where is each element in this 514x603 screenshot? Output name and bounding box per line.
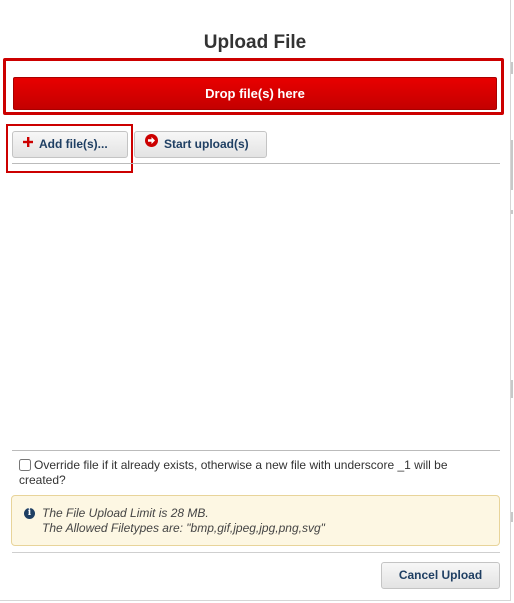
override-checkbox[interactable] bbox=[19, 459, 31, 471]
background-fragment bbox=[511, 380, 513, 398]
info-circle-icon: i bbox=[24, 508, 35, 519]
override-label: Override file if it already exists, othe… bbox=[19, 458, 448, 487]
allowed-filetypes-text: The Allowed Filetypes are: "bmp,gif,jpeg… bbox=[42, 521, 325, 535]
arrow-circle-right-icon bbox=[145, 131, 158, 156]
footer-divider bbox=[12, 552, 500, 553]
drop-files-bar[interactable]: Drop file(s) here bbox=[13, 77, 497, 110]
drop-zone[interactable]: Drop file(s) here bbox=[3, 58, 504, 115]
background-fragment bbox=[511, 512, 513, 522]
background-fragment bbox=[511, 140, 513, 190]
plus-icon bbox=[23, 131, 33, 156]
upload-dialog: Upload File Drop file(s) here Add file(s… bbox=[0, 0, 511, 601]
background-fragment bbox=[511, 210, 513, 214]
start-upload-label: Start upload(s) bbox=[164, 137, 249, 151]
start-upload-button[interactable]: Start upload(s) bbox=[134, 131, 267, 158]
upload-toolbar: Add file(s)... Start upload(s) bbox=[12, 131, 500, 164]
page: Upload File Drop file(s) here Add file(s… bbox=[0, 0, 514, 603]
cancel-upload-button[interactable]: Cancel Upload bbox=[381, 562, 500, 589]
background-fragment bbox=[511, 62, 513, 74]
override-option[interactable]: Override file if it already exists, othe… bbox=[19, 458, 489, 488]
add-files-label: Add file(s)... bbox=[39, 137, 108, 151]
info-box: i The File Upload Limit is 28 MB. The Al… bbox=[11, 495, 500, 546]
upload-limit-text: The File Upload Limit is 28 MB. bbox=[42, 506, 209, 520]
dialog-title: Upload File bbox=[203, 32, 307, 53]
file-list-area bbox=[12, 164, 500, 451]
add-files-button[interactable]: Add file(s)... bbox=[12, 131, 128, 158]
